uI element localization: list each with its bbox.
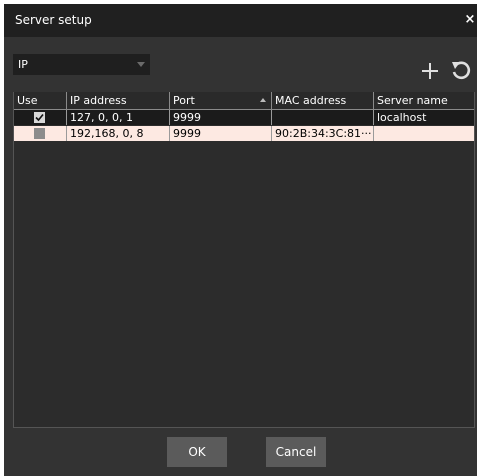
table-row[interactable]: 192,168, 0, 8 9999 90:2B:34:3C:81··· <box>14 126 474 141</box>
cancel-button[interactable]: Cancel <box>266 437 326 467</box>
server-setup-dialog: Server setup × IP Use IP address Port MA… <box>4 4 477 476</box>
add-server-button[interactable] <box>419 58 441 84</box>
use-checkbox[interactable] <box>34 128 45 139</box>
table-header: Use IP address Port MAC address Server n… <box>14 92 474 110</box>
close-icon[interactable]: × <box>463 12 477 28</box>
chevron-down-icon <box>137 62 145 67</box>
filter-dropdown[interactable]: IP <box>13 54 150 75</box>
server-name-cell <box>374 126 474 141</box>
use-cell <box>14 126 67 141</box>
window-title: Server setup <box>15 13 92 27</box>
ip-address-cell: 127, 0, 0, 1 <box>67 110 170 125</box>
use-cell <box>14 110 67 125</box>
sort-ascending-icon <box>260 98 266 102</box>
ip-address-cell: 192,168, 0, 8 <box>67 126 170 141</box>
table-row[interactable]: 127, 0, 0, 1 9999 localhost <box>14 110 474 125</box>
column-header-ip-address[interactable]: IP address <box>67 92 170 109</box>
ok-button[interactable]: OK <box>167 437 227 467</box>
filter-dropdown-value: IP <box>18 58 28 71</box>
check-icon <box>35 113 44 122</box>
column-header-mac-address[interactable]: MAC address <box>272 92 374 109</box>
use-checkbox[interactable] <box>34 112 45 123</box>
column-header-use[interactable]: Use <box>14 92 67 109</box>
refresh-button[interactable] <box>450 58 472 84</box>
refresh-icon <box>452 61 471 80</box>
plus-icon <box>422 63 438 79</box>
mac-address-cell <box>272 110 374 125</box>
server-table: Use IP address Port MAC address Server n… <box>13 92 475 428</box>
server-name-cell: localhost <box>377 111 427 124</box>
column-header-port[interactable]: Port <box>170 92 272 109</box>
port-cell: 9999 <box>170 110 272 125</box>
title-bar: Server setup × <box>4 4 477 37</box>
column-header-server-name[interactable]: Server name <box>374 92 474 109</box>
port-cell: 9999 <box>170 126 272 141</box>
mac-address-cell: 90:2B:34:3C:81··· <box>272 126 374 141</box>
